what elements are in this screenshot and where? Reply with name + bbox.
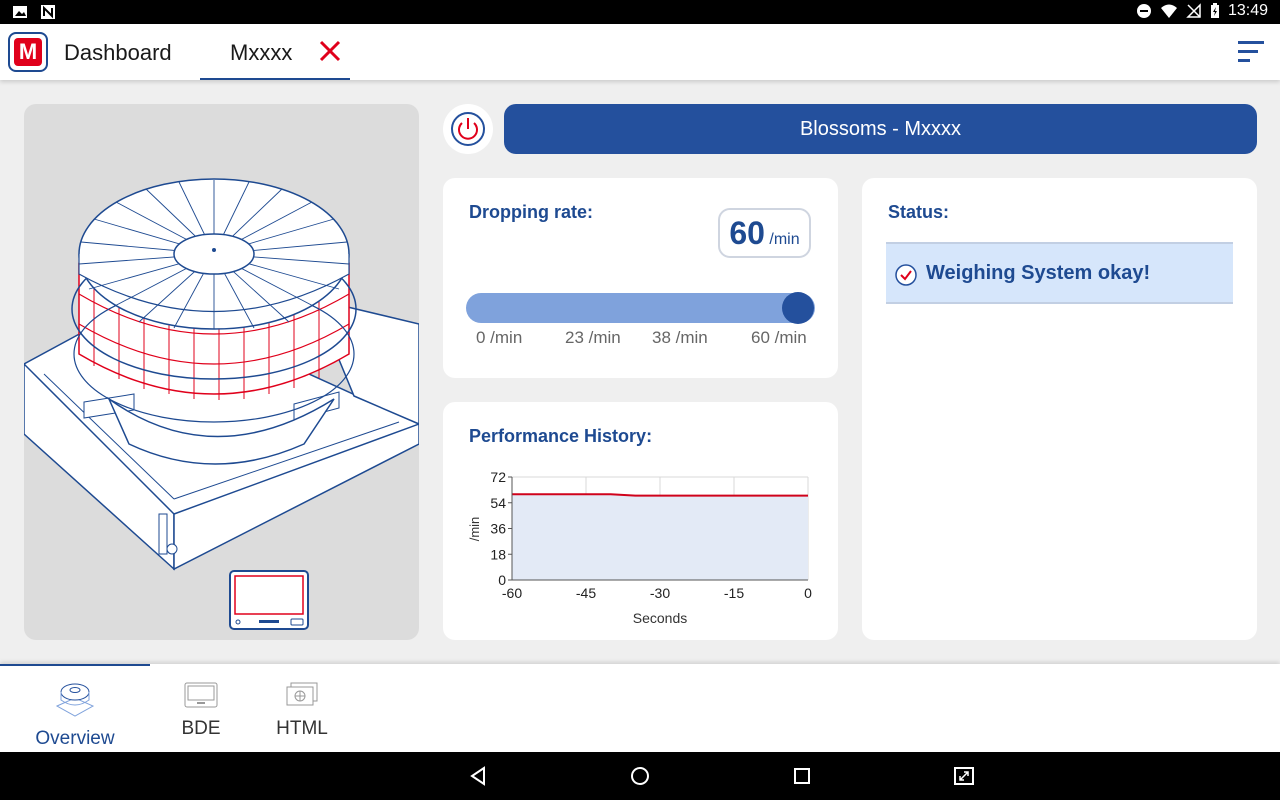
y-tick-label: 72 (490, 469, 506, 485)
web-windows-icon (286, 682, 318, 706)
dropping-rate-unit: /min (769, 231, 800, 248)
bottom-navigation: Overview BDE HTML (0, 664, 1280, 752)
back-icon[interactable] (466, 764, 490, 788)
y-axis-label: /min (467, 517, 482, 542)
performance-history-card: Performance History: -60 -45 -30 -15 0 0 18 36 5… (443, 402, 838, 640)
dropping-rate-card: Dropping rate: 60 /min 0 /min 23 /min 38… (443, 178, 838, 378)
x-axis-label: Seconds (633, 610, 687, 626)
wifi-icon (1160, 4, 1177, 18)
check-circle-icon (895, 264, 917, 286)
y-tick-label: 0 (498, 572, 506, 588)
brand-logo-letter: M (14, 38, 42, 66)
tab-machine[interactable]: Mxxxx (200, 24, 350, 80)
performance-history-title: Performance History: (469, 426, 653, 446)
performance-area (512, 494, 808, 580)
status-card: Status: Weighing System okay! (862, 178, 1257, 640)
dropping-rate-badge: 60 /min (718, 208, 811, 258)
home-icon[interactable] (628, 764, 652, 788)
system-navigation-bar (0, 752, 1280, 800)
performance-history-chart: -60 -45 -30 -15 0018365472 Seconds /min (467, 469, 812, 626)
system-status-bar: 13:49 (0, 0, 1280, 24)
image-notification-icon (13, 6, 27, 18)
recents-icon[interactable] (790, 764, 814, 788)
dropping-rate-value: 60 (729, 215, 765, 251)
nav-bde-label: BDE (181, 718, 221, 739)
rate-tick-2: 38 /min (652, 328, 708, 347)
nav-overview-label: Overview (35, 728, 115, 749)
battery-charging-icon (1210, 3, 1219, 18)
tab-dashboard[interactable]: Dashboard (64, 40, 172, 66)
app-header: M Dashboard Mxxxx (0, 24, 1280, 80)
n-notification-icon (41, 5, 55, 19)
y-tick-label: 54 (490, 495, 506, 511)
nav-bde[interactable]: BDE (150, 664, 252, 752)
y-tick-label: 36 (490, 521, 506, 537)
clock: 13:49 (1227, 2, 1268, 19)
nav-html-label: HTML (276, 718, 328, 739)
control-unit-screen-icon[interactable] (229, 570, 309, 630)
close-tab-icon[interactable] (318, 39, 342, 63)
rate-tick-3: 60 /min (751, 328, 807, 347)
x-tick-label: -45 (576, 585, 596, 601)
y-tick-label: 18 (490, 546, 506, 562)
nav-html[interactable]: HTML (252, 664, 352, 752)
dropping-rate-slider-knob[interactable] (782, 292, 814, 324)
brand-logo[interactable]: M (8, 32, 48, 72)
x-tick-label: -30 (650, 585, 670, 601)
status-message: Weighing System okay! (926, 262, 1151, 284)
nav-overview[interactable]: Overview (0, 664, 150, 752)
status-message-row: Weighing System okay! (886, 242, 1233, 304)
dropping-rate-title: Dropping rate: (469, 202, 593, 222)
machine-title-bar: Blossoms - Mxxxx (504, 104, 1257, 154)
rate-tick-0: 0 /min (476, 328, 523, 347)
weigher-overview-icon (55, 683, 95, 717)
power-icon (451, 112, 485, 146)
machine-illustration-panel (24, 104, 419, 640)
menu-icon[interactable] (1238, 38, 1266, 66)
do-not-disturb-icon (1136, 4, 1151, 18)
status-title: Status: (888, 202, 950, 222)
rate-tick-1: 23 /min (565, 328, 621, 347)
x-tick-label: 0 (804, 585, 812, 601)
monitor-icon (184, 682, 218, 708)
screen-resize-icon[interactable] (952, 764, 976, 788)
no-signal-icon (1186, 3, 1201, 18)
dropping-rate-slider[interactable] (466, 292, 815, 324)
x-tick-label: -15 (724, 585, 744, 601)
power-button[interactable] (443, 104, 493, 154)
weigher-illustration (24, 178, 419, 571)
tab-machine-label: Mxxxx (230, 40, 293, 65)
